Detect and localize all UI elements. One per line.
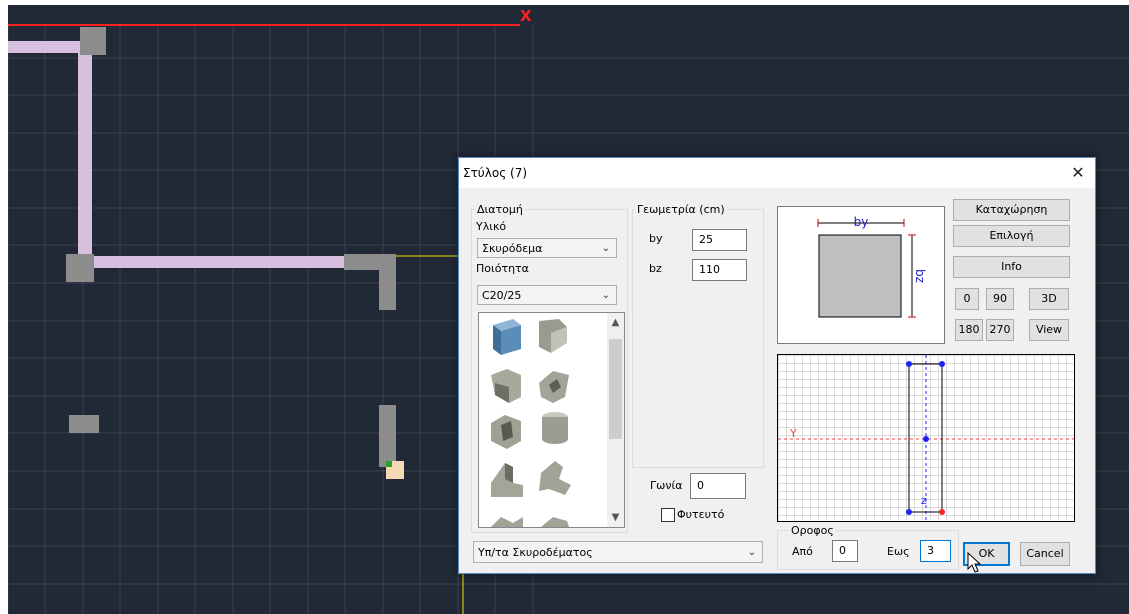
planted-label: Φυτευτό bbox=[677, 508, 725, 521]
column[interactable] bbox=[80, 27, 106, 55]
mouse-cursor-icon bbox=[967, 552, 982, 573]
placement-grid-drawing: Y z bbox=[778, 355, 1074, 521]
preview-by-label: by bbox=[854, 215, 869, 229]
material-label: Υλικό bbox=[476, 220, 507, 233]
cross-shape-icon[interactable] bbox=[539, 461, 571, 495]
close-button[interactable]: ✕ bbox=[1061, 158, 1095, 188]
x-axis-label: X bbox=[520, 7, 532, 25]
dialog-titlebar[interactable]: Στύλος (7) ✕ bbox=[459, 158, 1095, 188]
floor-from-label: Από bbox=[792, 545, 813, 558]
partial-shape-icon[interactable] bbox=[491, 517, 569, 527]
circle-shape-icon[interactable] bbox=[542, 412, 568, 444]
chevron-down-icon: ⌄ bbox=[601, 243, 610, 254]
material-select[interactable]: Σκυρόδεμα ⌄ bbox=[477, 238, 617, 258]
column-marker-corner bbox=[386, 461, 392, 467]
section-preview-drawing: by bz bbox=[817, 215, 927, 318]
material-type-value: Υπ/τα Σκυροδέματος bbox=[478, 546, 593, 559]
column[interactable] bbox=[379, 260, 396, 310]
u-shape-icon[interactable] bbox=[539, 371, 569, 403]
rotate-90-button[interactable]: 90 bbox=[986, 288, 1014, 310]
geometry-group-label: Γεωμετρία (cm) bbox=[635, 203, 727, 216]
floor-from-input[interactable]: 0 bbox=[832, 540, 858, 562]
c-shape-icon[interactable] bbox=[491, 415, 521, 449]
planted-checkbox[interactable] bbox=[661, 508, 675, 522]
t-shape-icon[interactable] bbox=[539, 319, 567, 353]
beam[interactable] bbox=[8, 41, 80, 53]
shape-list-scrollbar[interactable]: ▲ ▼ bbox=[607, 313, 624, 527]
column[interactable] bbox=[66, 254, 94, 282]
cancel-button[interactable]: Cancel bbox=[1020, 542, 1070, 566]
rotate-0-button[interactable]: 0 bbox=[955, 288, 979, 310]
bz-input[interactable]: 110 bbox=[692, 259, 747, 281]
column-dialog: Στύλος (7) ✕ Διατομή Υλικό Σκυρόδεμα ⌄ Π… bbox=[458, 157, 1096, 574]
placement-grid[interactable]: Y z bbox=[777, 354, 1075, 522]
bz-label: bz bbox=[649, 262, 662, 275]
preview-bz-label: bz bbox=[913, 269, 927, 283]
floor-group-label: Οροφος bbox=[789, 524, 836, 537]
l-shape-icon[interactable] bbox=[491, 369, 521, 403]
corner-shape-icon[interactable] bbox=[491, 463, 523, 497]
grid-z-label: z bbox=[921, 494, 927, 507]
chevron-down-icon: ⌄ bbox=[747, 547, 756, 558]
angle-input[interactable]: 0 bbox=[690, 473, 746, 499]
column-selected[interactable] bbox=[379, 405, 396, 467]
angle-label: Γωνία bbox=[650, 479, 683, 492]
beam[interactable] bbox=[92, 256, 346, 268]
select-button[interactable]: Επιλογή bbox=[953, 225, 1070, 247]
material-type-select[interactable]: Υπ/τα Σκυροδέματος ⌄ bbox=[473, 541, 763, 563]
dialog-title: Στύλος (7) bbox=[463, 166, 528, 180]
rectangle-shape-icon[interactable] bbox=[493, 319, 521, 355]
close-icon: ✕ bbox=[1071, 163, 1085, 182]
section-group-label: Διατομή bbox=[475, 203, 525, 216]
scrollbar-thumb[interactable] bbox=[609, 339, 622, 439]
chevron-down-icon: ⌄ bbox=[601, 290, 610, 301]
section-shape-list[interactable]: ▲ ▼ bbox=[478, 312, 625, 528]
rotate-270-button[interactable]: 270 bbox=[986, 319, 1014, 341]
view-3d-button[interactable]: 3D bbox=[1029, 288, 1069, 310]
rotate-180-button[interactable]: 180 bbox=[955, 319, 983, 341]
beam[interactable] bbox=[78, 53, 92, 265]
floor-to-label: Εως bbox=[887, 545, 910, 558]
info-button[interactable]: Info bbox=[953, 256, 1070, 278]
view-button[interactable]: View bbox=[1029, 319, 1069, 341]
material-select-value: Σκυρόδεμα bbox=[482, 242, 543, 255]
by-input[interactable]: 25 bbox=[692, 229, 747, 251]
quality-select-value: C20/25 bbox=[482, 289, 522, 302]
shape-thumbnails bbox=[491, 319, 571, 527]
register-button[interactable]: Καταχώρηση bbox=[953, 199, 1070, 221]
column[interactable] bbox=[69, 415, 99, 433]
by-label: by bbox=[649, 232, 663, 245]
section-preview: by bz bbox=[777, 206, 945, 344]
scroll-down-icon[interactable]: ▼ bbox=[607, 512, 624, 523]
floor-to-input[interactable]: 3 bbox=[920, 540, 951, 562]
quality-label: Ποιότητα bbox=[476, 262, 529, 275]
grid-y-label: Y bbox=[789, 427, 797, 440]
quality-select[interactable]: C20/25 ⌄ bbox=[477, 285, 617, 305]
scroll-up-icon[interactable]: ▲ bbox=[607, 317, 624, 328]
